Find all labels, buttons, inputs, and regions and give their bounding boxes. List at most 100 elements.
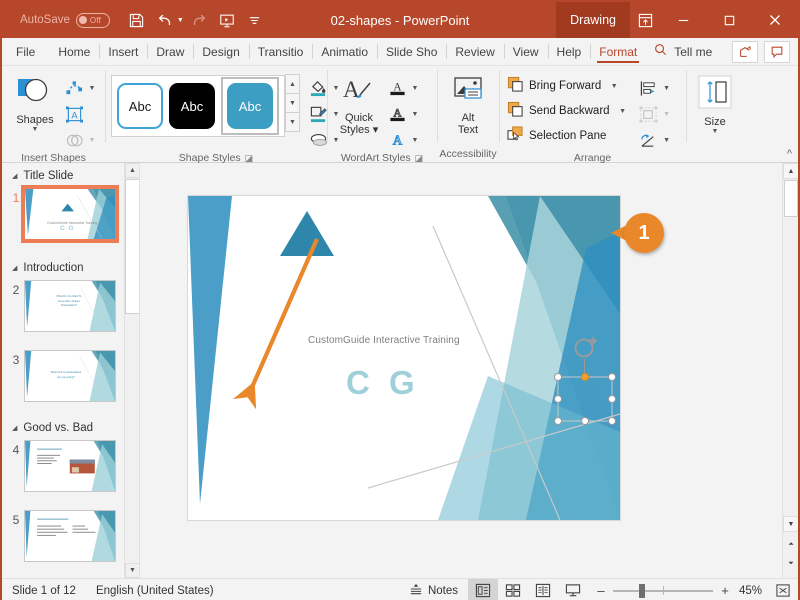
- send-backward-button[interactable]: Send Backward ▼: [505, 99, 629, 123]
- ribbon-display-options-icon[interactable]: [630, 2, 660, 38]
- collapse-triangle-icon-3[interactable]: ◢: [12, 424, 17, 432]
- undo-icon[interactable]: [152, 7, 178, 33]
- undo-dropdown-icon[interactable]: ▼: [177, 17, 184, 24]
- send-backward-dropdown-icon[interactable]: ▼: [619, 108, 627, 115]
- tab-animations[interactable]: Animatio: [312, 38, 377, 65]
- resize-handle-middle-left[interactable]: [554, 395, 562, 403]
- resize-handle-bottom-center[interactable]: [581, 417, 589, 425]
- zoom-slider[interactable]: – +: [588, 583, 738, 598]
- shapes-button[interactable]: Shapes ▼: [8, 71, 62, 134]
- resize-handle-top-center[interactable]: [581, 373, 589, 381]
- language-indicator[interactable]: English (United States): [86, 579, 224, 600]
- alt-text-button[interactable]: Alt Text: [443, 71, 493, 136]
- tab-home[interactable]: Home: [49, 38, 99, 65]
- bring-forward-dropdown-icon[interactable]: ▼: [610, 83, 618, 90]
- share-icon[interactable]: [732, 40, 758, 63]
- slide-area-scrollbar[interactable]: ▲ ▼ ⏶ ⏷: [782, 163, 798, 578]
- shape-style-swatch-3-selected[interactable]: Abc: [221, 77, 279, 135]
- thumbnail-slide-1[interactable]: CustomGuide Interactive Training C G: [21, 185, 119, 243]
- slideshow-view-button[interactable]: [558, 579, 588, 600]
- shapes-dropdown-icon[interactable]: ▼: [32, 126, 39, 134]
- slide-scroll-down-button[interactable]: ▼: [783, 516, 798, 532]
- gallery-scroll-down[interactable]: ▼: [285, 93, 300, 113]
- size-dropdown-icon[interactable]: ▼: [712, 128, 719, 136]
- resize-handle-middle-right[interactable]: [608, 395, 616, 403]
- tab-format[interactable]: Format: [590, 38, 646, 65]
- section-header-good-vs-bad[interactable]: ◢ Good vs. Bad: [2, 410, 139, 438]
- text-outline-icon[interactable]: A: [385, 103, 409, 125]
- fit-to-window-button[interactable]: [768, 579, 798, 600]
- tab-view[interactable]: View: [503, 38, 548, 65]
- text-fill-dropdown-icon[interactable]: ▼: [411, 85, 419, 92]
- minimize-button[interactable]: [660, 2, 706, 38]
- autosave-toggle[interactable]: AutoSave Off: [20, 12, 110, 28]
- wordart-styles-dialog-launcher[interactable]: ◪: [415, 153, 424, 164]
- resize-handle-bottom-left[interactable]: [554, 417, 562, 425]
- edit-shape-dropdown-icon[interactable]: ▼: [88, 85, 96, 92]
- save-icon[interactable]: [124, 7, 150, 33]
- wordart-quick-styles-button[interactable]: A Quick Styles ▾: [333, 71, 385, 136]
- resize-handle-top-right[interactable]: [608, 373, 616, 381]
- selected-triangle-shape[interactable]: [272, 204, 342, 264]
- reading-view-button[interactable]: [528, 579, 558, 600]
- thumbnail-slide-5[interactable]: [24, 510, 116, 562]
- thumbnail-scroll-down-button[interactable]: ▼: [125, 563, 139, 578]
- tab-file[interactable]: File: [2, 38, 49, 65]
- draw-textbox-icon[interactable]: A: [62, 103, 86, 125]
- align-objects-dropdown-icon[interactable]: ▼: [663, 85, 671, 92]
- slide-indicator[interactable]: Slide 1 of 12: [2, 579, 86, 600]
- tab-slide-show[interactable]: Slide Sho: [377, 38, 446, 65]
- notes-button[interactable]: Notes: [399, 579, 468, 600]
- slide-logo-text[interactable]: C G: [346, 364, 420, 402]
- slide-scroll-up-button[interactable]: ▲: [783, 163, 798, 179]
- selection-pane-button[interactable]: Selection Pane: [505, 124, 629, 148]
- shape-styles-dialog-launcher[interactable]: ◪: [245, 153, 254, 164]
- gallery-more[interactable]: ▼: [285, 112, 300, 132]
- thumbnail-row-4[interactable]: 4: [2, 438, 139, 500]
- text-fill-icon[interactable]: A: [385, 77, 409, 99]
- thumbnail-scrollbar-thumb[interactable]: [125, 179, 139, 314]
- slide-subtitle-text[interactable]: CustomGuide Interactive Training: [308, 335, 460, 346]
- previous-slide-button[interactable]: ⏶: [783, 537, 798, 553]
- shape-style-swatch-1[interactable]: Abc: [117, 83, 163, 129]
- thumbnail-slide-2[interactable]: What Do You Want To Know After Today's P…: [24, 280, 116, 332]
- slide-scrollbar-thumb[interactable]: [784, 180, 798, 217]
- resize-handle-bottom-right[interactable]: [608, 417, 616, 425]
- zoom-slider-knob[interactable]: [639, 583, 645, 598]
- tab-review[interactable]: Review: [446, 38, 503, 65]
- section-header-title-slide[interactable]: ◢ Title Slide: [2, 163, 139, 186]
- thumbnail-row-2[interactable]: 2 What Do You Want To Know After Today's…: [2, 278, 139, 340]
- customize-qat-icon[interactable]: [242, 7, 268, 33]
- thumbnail-row-3[interactable]: 3 What kind of presentations are you giv…: [2, 340, 139, 410]
- text-outline-dropdown-icon[interactable]: ▼: [411, 111, 419, 118]
- next-slide-button[interactable]: ⏷: [783, 556, 798, 572]
- thumbnail-row-1[interactable]: 1 CustomGuide Interactive Training C G: [2, 185, 139, 248]
- shape-styles-gallery[interactable]: Abc Abc Abc: [111, 75, 285, 137]
- ribbon-display-options-label[interactable]: Drawing: [556, 2, 630, 38]
- text-effects-icon[interactable]: A: [385, 129, 409, 151]
- start-presentation-icon[interactable]: [214, 7, 240, 33]
- maximize-button[interactable]: [706, 2, 752, 38]
- size-button[interactable]: Size ▼: [692, 71, 738, 136]
- resize-handle-top-left[interactable]: [554, 373, 562, 381]
- thumbnail-scroll-up-button[interactable]: ▲: [125, 163, 139, 178]
- tab-draw[interactable]: Draw: [147, 38, 193, 65]
- section-header-introduction[interactable]: ◢ Introduction: [2, 248, 139, 278]
- autosave-switch[interactable]: Off: [75, 12, 110, 28]
- tell-me-box[interactable]: Tell me: [646, 38, 720, 65]
- gallery-scroll-up[interactable]: ▲: [285, 74, 300, 94]
- thumbnail-row-5[interactable]: 5: [2, 500, 139, 570]
- collapse-triangle-icon-2[interactable]: ◢: [12, 264, 17, 272]
- close-button[interactable]: [752, 2, 798, 38]
- align-objects-icon[interactable]: [637, 77, 661, 99]
- current-slide-canvas[interactable]: CustomGuide Interactive Training C G: [188, 196, 620, 520]
- zoom-percentage[interactable]: 45%: [738, 585, 768, 597]
- zoom-out-button[interactable]: –: [596, 583, 606, 598]
- tab-insert[interactable]: Insert: [99, 38, 147, 65]
- slide-sorter-view-button[interactable]: [498, 579, 528, 600]
- thumbnail-slide-4[interactable]: [24, 440, 116, 492]
- thumbnail-pane-scrollbar[interactable]: ▲ ▼: [124, 163, 139, 578]
- tab-transitions[interactable]: Transitio: [248, 38, 313, 65]
- shape-style-swatch-2[interactable]: Abc: [169, 83, 215, 129]
- bring-forward-button[interactable]: Bring Forward ▼: [505, 74, 629, 98]
